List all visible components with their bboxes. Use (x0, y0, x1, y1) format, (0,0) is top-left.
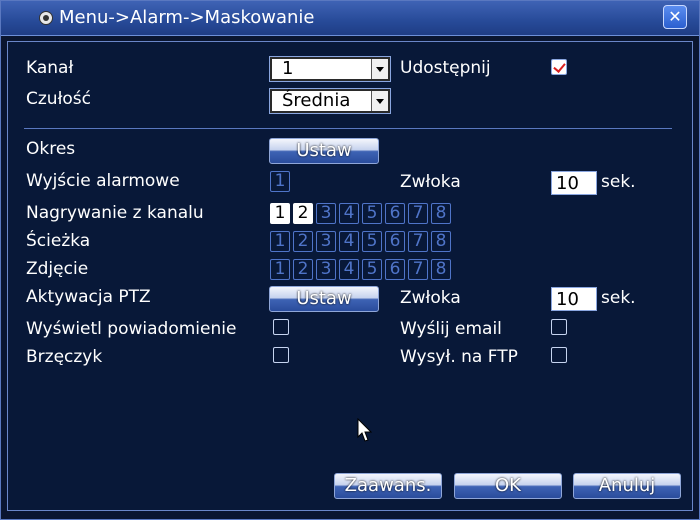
ptz-label: Aktywacja PTZ (26, 287, 151, 307)
settings-panel: Kanał 1 Udostępnij Czułość Średnia Okres… (7, 41, 693, 511)
ok-button[interactable]: OK (454, 473, 562, 499)
nagrywanie-channel-8[interactable]: 8 (431, 203, 451, 224)
ftp-checkbox[interactable] (551, 347, 567, 363)
sciezka-channel-7[interactable]: 7 (408, 231, 428, 252)
brzeczyk-label: Brzęczyk (26, 347, 103, 367)
sciezka-channel-4[interactable]: 4 (339, 231, 359, 252)
zdjecie-label: Zdjęcie (26, 259, 89, 279)
title-bar: Menu->Alarm->Maskowanie ✕ (1, 1, 699, 36)
zwloka-label: Zwłoka (400, 172, 461, 192)
zdjecie-channel-8[interactable]: 8 (431, 259, 451, 280)
sciezka-channel-6[interactable]: 6 (385, 231, 405, 252)
mouse-pointer-icon (357, 418, 373, 442)
ptz-set-button[interactable]: Ustaw (269, 286, 379, 312)
nagrywanie-channel-1[interactable]: 1 (270, 203, 290, 224)
udostepnij-checkbox[interactable] (551, 59, 567, 75)
nagrywanie-channel-4[interactable]: 4 (339, 203, 359, 224)
alarm-masking-window: Menu->Alarm->Maskowanie ✕ Kanał 1 Udostę… (0, 0, 700, 520)
nagrywanie-channel-group: 12345678 (270, 203, 454, 225)
sciezka-channel-8[interactable]: 8 (431, 231, 451, 252)
sciezka-channel-group: 12345678 (270, 231, 454, 253)
czulosc-select[interactable]: Średnia (270, 89, 390, 113)
zwloka-ptz-unit: sek. (601, 288, 636, 308)
zdjecie-channel-7[interactable]: 7 (408, 259, 428, 280)
sciezka-channel-2[interactable]: 2 (293, 231, 313, 252)
email-label: Wyślij email (400, 319, 502, 339)
wyjscie-label: Wyjście alarmowe (26, 171, 180, 191)
kanal-select[interactable]: 1 (270, 57, 390, 81)
advanced-button[interactable]: Zaawans. (334, 473, 442, 499)
nagrywanie-channel-7[interactable]: 7 (408, 203, 428, 224)
section-divider (24, 128, 672, 129)
eye-icon (39, 11, 53, 25)
sciezka-channel-3[interactable]: 3 (316, 231, 336, 252)
ftp-label: Wysył. na FTP (400, 347, 518, 367)
zdjecie-channel-1[interactable]: 1 (270, 259, 290, 280)
sciezka-channel-1[interactable]: 1 (270, 231, 290, 252)
okres-label: Okres (26, 139, 76, 159)
zdjecie-channel-group: 12345678 (270, 259, 454, 281)
powiadomienie-label: Wyświetl powiadomienie (26, 319, 237, 339)
zwloka-ptz-label: Zwłoka (400, 288, 461, 308)
czulosc-label: Czułość (26, 89, 92, 109)
zdjecie-channel-6[interactable]: 6 (385, 259, 405, 280)
wyjscie-channel-1[interactable]: 1 (270, 171, 290, 192)
nagrywanie-channel-6[interactable]: 6 (385, 203, 405, 224)
zdjecie-channel-5[interactable]: 5 (362, 259, 382, 280)
udostepnij-label: Udostępnij (400, 58, 491, 78)
zwloka-unit: sek. (601, 172, 636, 192)
window-title: Menu->Alarm->Maskowanie (59, 7, 315, 28)
sciezka-label: Ścieżka (26, 231, 91, 251)
kanal-value: 1 (282, 58, 294, 79)
chevron-down-icon[interactable] (371, 59, 388, 79)
zdjecie-channel-3[interactable]: 3 (316, 259, 336, 280)
zdjecie-channel-4[interactable]: 4 (339, 259, 359, 280)
close-button[interactable]: ✕ (663, 5, 687, 29)
nagrywanie-channel-5[interactable]: 5 (362, 203, 382, 224)
zwloka-input[interactable]: 10 (551, 171, 597, 195)
czulosc-value: Średnia (282, 90, 351, 111)
kanal-label: Kanał (26, 58, 74, 78)
okres-set-button[interactable]: Ustaw (269, 138, 379, 164)
powiadomienie-checkbox[interactable] (273, 319, 289, 335)
close-icon: ✕ (668, 7, 682, 26)
wyjscie-channel-group: 1 (270, 171, 293, 193)
chevron-down-icon[interactable] (371, 91, 388, 111)
brzeczyk-checkbox[interactable] (273, 347, 289, 363)
nagrywanie-channel-3[interactable]: 3 (316, 203, 336, 224)
email-checkbox[interactable] (551, 319, 567, 335)
cancel-button[interactable]: Anuluj (573, 473, 681, 499)
zwloka-ptz-input[interactable]: 10 (551, 287, 597, 311)
sciezka-channel-5[interactable]: 5 (362, 231, 382, 252)
zdjecie-channel-2[interactable]: 2 (293, 259, 313, 280)
nagrywanie-channel-2[interactable]: 2 (293, 203, 313, 224)
nagrywanie-label: Nagrywanie z kanalu (26, 203, 204, 223)
